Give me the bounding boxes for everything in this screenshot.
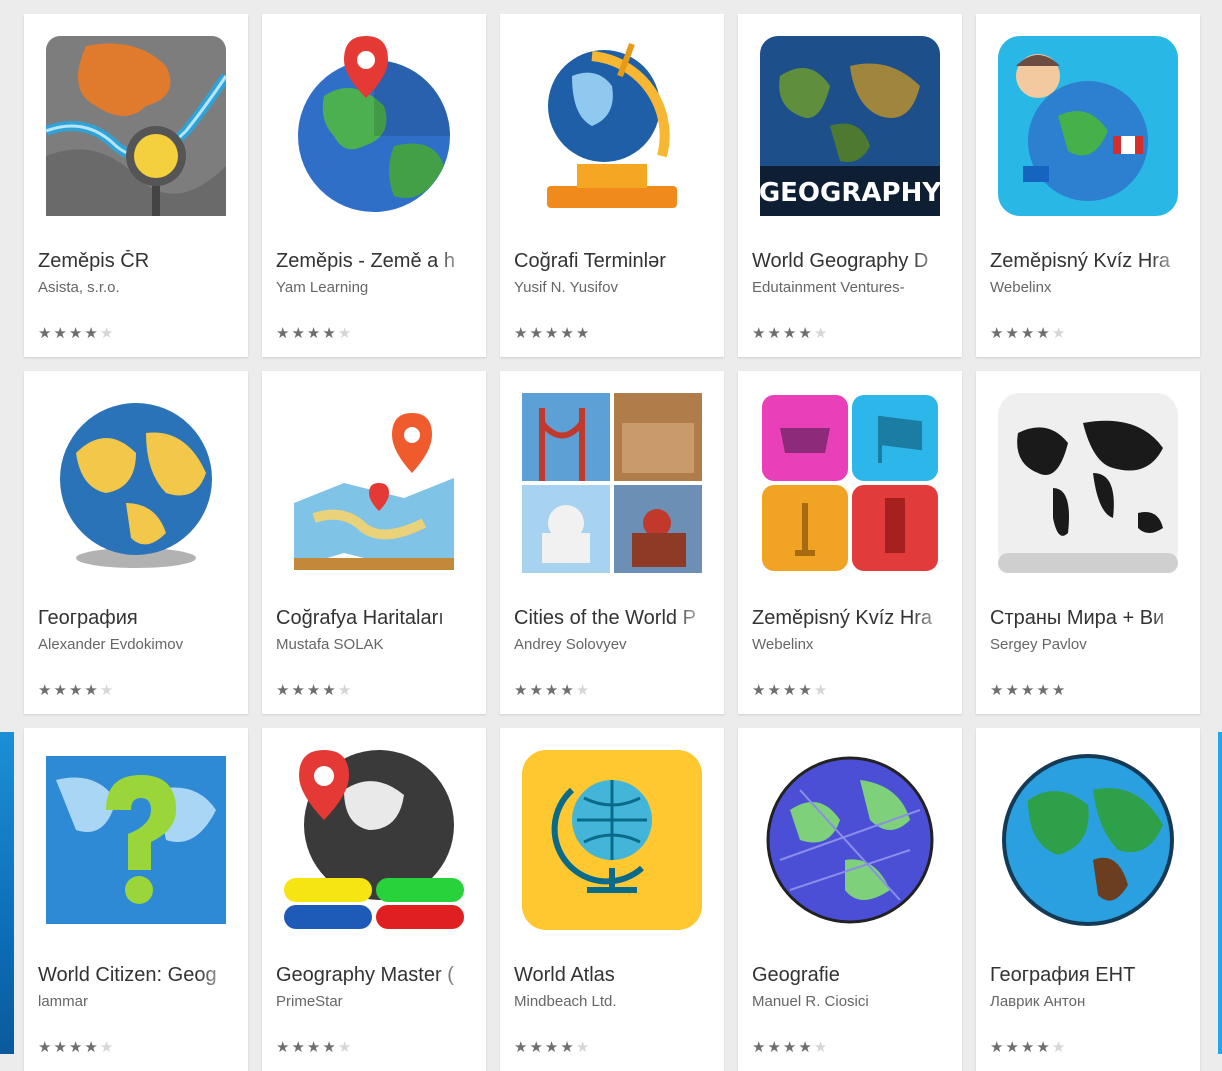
rating-stars: ★★★★★	[752, 1039, 830, 1056]
rating-stars: ★★★★★	[276, 1039, 354, 1056]
rating-stars: ★★★★★	[514, 682, 592, 699]
rating-stars: ★★★★★	[990, 1039, 1068, 1056]
app-title[interactable]: Geography Master (	[276, 964, 476, 987]
app-developer[interactable]: Asista, s.r.o.	[38, 279, 238, 296]
quiz-tiles-icon[interactable]	[760, 393, 940, 573]
rating-stars: ★★★★★	[38, 325, 116, 342]
app-developer[interactable]: Webelinx	[752, 636, 952, 653]
app-title[interactable]: География	[38, 607, 238, 630]
app-title[interactable]: Zeměpis ČR	[38, 250, 238, 273]
slide-decoration-right	[1218, 732, 1222, 1054]
globe-pin-icon[interactable]	[284, 36, 464, 216]
app-card[interactable]: Coğrafi Terminlər Yusif N. Yusifov ★★★★★	[500, 14, 724, 357]
geography-map-icon[interactable]: GEOGRAPHY	[760, 36, 940, 216]
question-map-icon[interactable]	[46, 750, 226, 930]
green-globe-icon[interactable]	[998, 750, 1178, 930]
app-title[interactable]: Zeměpisný Kvíz Hra	[752, 607, 952, 630]
app-card[interactable]: Geografie Manuel R. Ciosici ★★★★★	[738, 728, 962, 1071]
dark-globe-pin-icon[interactable]	[284, 750, 464, 930]
app-title[interactable]: География ЕНТ	[990, 964, 1190, 987]
app-title[interactable]: Coğrafi Terminlər	[514, 250, 714, 273]
app-card[interactable]: GEOGRAPHY World Geography D Edutainment Ve…	[738, 14, 962, 357]
map-pins-icon[interactable]	[284, 393, 464, 573]
app-card[interactable]: World Citizen: Geog lammar ★★★★★	[24, 728, 248, 1071]
rating-stars: ★★★★★	[990, 325, 1068, 342]
app-developer[interactable]: Mustafa SOLAK	[276, 636, 476, 653]
rating-stars: ★★★★★	[514, 325, 592, 342]
app-developer[interactable]: Alexander Evdokimov	[38, 636, 238, 653]
app-developer[interactable]: Mindbeach Ltd.	[514, 993, 714, 1010]
rating-stars: ★★★★★	[276, 325, 354, 342]
app-card[interactable]: Cities of the World P Andrey Solovyev ★★★★…	[500, 371, 724, 714]
slide-decoration-left	[0, 732, 14, 1054]
app-title[interactable]: Geografie	[752, 964, 952, 987]
blue-globe-icon[interactable]	[46, 393, 226, 573]
app-grid: Zeměpis ČR Asista, s.r.o. ★★★★★ Zeměpis - Z…	[24, 14, 1200, 1071]
app-title[interactable]: World Atlas	[514, 964, 714, 987]
rating-stars: ★★★★★	[38, 682, 116, 699]
app-developer[interactable]: Webelinx	[990, 279, 1190, 296]
rating-stars: ★★★★★	[514, 1039, 592, 1056]
rating-stars: ★★★★★	[752, 325, 830, 342]
app-developer[interactable]: Лаврик Антон	[990, 993, 1190, 1010]
app-developer[interactable]: PrimeStar	[276, 993, 476, 1010]
app-card[interactable]: География ЕНТ Лаврик Антон ★★★★★	[976, 728, 1200, 1071]
scribble-globe-icon[interactable]	[760, 750, 940, 930]
app-developer[interactable]: Manuel R. Ciosici	[752, 993, 952, 1010]
app-developer[interactable]: Yusif N. Yusifov	[514, 279, 714, 296]
app-title[interactable]: World Citizen: Geog	[38, 964, 238, 987]
app-card[interactable]: Страны Мира + Ви Sergey Pavlov ★★★★★	[976, 371, 1200, 714]
world-map-tile-icon[interactable]	[998, 393, 1178, 573]
rating-stars: ★★★★★	[276, 682, 354, 699]
app-card[interactable]: Geography Master ( PrimeStar ★★★★★	[262, 728, 486, 1071]
app-card[interactable]: World Atlas Mindbeach Ltd. ★★★★★	[500, 728, 724, 1071]
app-card[interactable]: Zeměpisný Kvíz Hra Webelinx ★★★★★	[738, 371, 962, 714]
app-card[interactable]: Zeměpisný Kvíz Hra Webelinx ★★★★★	[976, 14, 1200, 357]
app-title[interactable]: World Geography D	[752, 250, 952, 273]
app-title[interactable]: Zeměpis - Země a h	[276, 250, 476, 273]
app-card[interactable]: Coğrafya Haritaları Mustafa SOLAK ★★★★★	[262, 371, 486, 714]
app-title[interactable]: Zeměpisný Kvíz Hra	[990, 250, 1190, 273]
rating-stars: ★★★★★	[752, 682, 830, 699]
atlas-globe-icon[interactable]	[522, 750, 702, 930]
svg-text:GEOGRAPHY: GEOGRAPHY	[760, 178, 940, 208]
app-title[interactable]: Coğrafya Haritaları	[276, 607, 476, 630]
app-developer[interactable]: Sergey Pavlov	[990, 636, 1190, 653]
landmarks-collage-icon[interactable]	[522, 393, 702, 573]
rating-stars: ★★★★★	[990, 682, 1068, 699]
app-developer[interactable]: Edutainment Ventures-	[752, 279, 952, 296]
app-card[interactable]: География Alexander Evdokimov ★★★★★	[24, 371, 248, 714]
czech-map-icon[interactable]	[46, 36, 226, 216]
kid-globe-flags-icon[interactable]	[998, 36, 1178, 216]
app-title[interactable]: Cities of the World P	[514, 607, 714, 630]
app-developer[interactable]: Andrey Solovyev	[514, 636, 714, 653]
rating-stars: ★★★★★	[38, 1039, 116, 1056]
app-title[interactable]: Страны Мира + Ви	[990, 607, 1190, 630]
desk-globe-icon[interactable]	[522, 36, 702, 216]
app-card[interactable]: Zeměpis - Země a h Yam Learning ★★★★★	[262, 14, 486, 357]
app-card[interactable]: Zeměpis ČR Asista, s.r.o. ★★★★★	[24, 14, 248, 357]
app-developer[interactable]: lammar	[38, 993, 238, 1010]
app-developer[interactable]: Yam Learning	[276, 279, 476, 296]
